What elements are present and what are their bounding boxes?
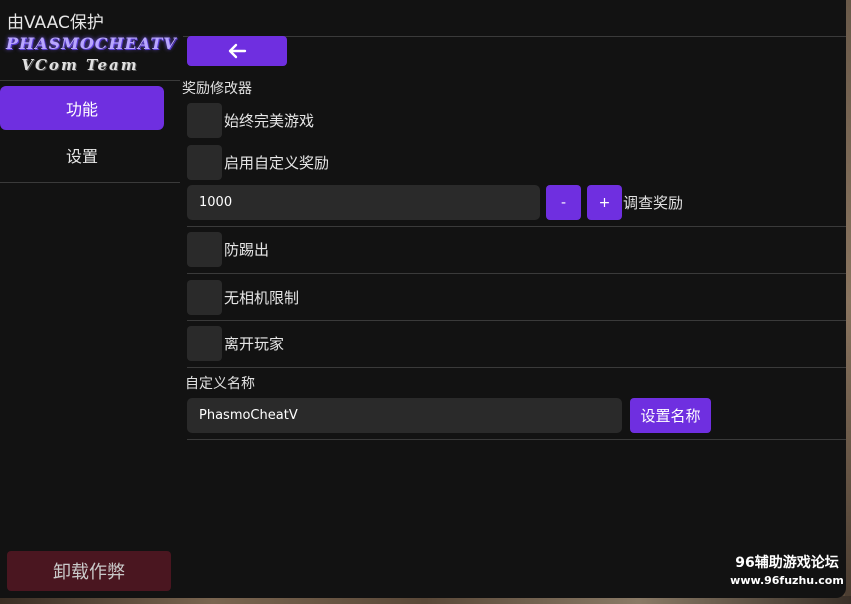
- arrow-left-icon: [228, 43, 247, 59]
- decrement-button[interactable]: -: [546, 185, 581, 220]
- custom-name-section-label: 自定义名称: [185, 376, 255, 392]
- always-perfect-game-checkbox[interactable]: [187, 102, 222, 138]
- always-perfect-game-label: 始终完美游戏: [224, 111, 315, 130]
- logo: PHASMOCHEATV VCom Team: [6, 34, 177, 80]
- adjust-reward-label: 调查奖励: [623, 194, 684, 212]
- sidebar-item-label: 功能: [65, 100, 98, 119]
- row-divider: [187, 226, 846, 227]
- protection-label: 由VAAC保护: [7, 13, 104, 33]
- no-camera-limit-row: 无相机限制: [187, 279, 299, 315]
- custom-reward-row: 启用自定义奖励: [187, 144, 329, 180]
- anti-kick-row: 防踢出: [187, 231, 269, 267]
- sidebar-divider-bottom: [0, 182, 180, 183]
- logo-title: PHASMOCHEATV: [6, 34, 177, 53]
- row-divider: [187, 320, 846, 321]
- sidebar-item-settings[interactable]: 设置: [0, 133, 164, 177]
- always-perfect-game-row: 始终完美游戏: [187, 102, 314, 138]
- unload-cheat-button[interactable]: 卸载作弊: [7, 551, 171, 591]
- leave-player-label: 离开玩家: [224, 334, 285, 353]
- increment-button[interactable]: +: [587, 185, 622, 220]
- back-button[interactable]: [187, 36, 287, 66]
- no-camera-limit-label: 无相机限制: [224, 288, 300, 307]
- cheat-menu-window: 由VAAC保护 PHASMOCHEATV VCom Team 功能 设置 卸载作…: [0, 0, 846, 598]
- leave-player-row: 离开玩家: [187, 325, 284, 361]
- forum-watermark: 96辅助游戏论坛 www.96fuzhu.com: [729, 552, 845, 587]
- leave-player-checkbox[interactable]: [187, 325, 222, 361]
- sidebar-item-label: 设置: [65, 147, 98, 166]
- anti-kick-checkbox[interactable]: [187, 231, 222, 267]
- custom-reward-label: 启用自定义奖励: [224, 153, 330, 172]
- set-name-button[interactable]: 设置名称: [630, 398, 711, 433]
- sidebar-divider-top: [0, 80, 180, 81]
- reward-modifier-section-label: 奖励修改器: [182, 81, 252, 97]
- watermark-url: www.96fuzhu.com: [730, 574, 844, 587]
- custom-reward-checkbox[interactable]: [187, 144, 222, 180]
- reward-value-input[interactable]: 1000: [187, 185, 540, 220]
- row-divider: [187, 439, 846, 440]
- logo-subtitle: VCom Team: [21, 56, 139, 74]
- watermark-title: 96辅助游戏论坛: [735, 555, 839, 571]
- row-divider: [187, 273, 846, 274]
- row-divider: [187, 367, 846, 368]
- no-camera-limit-checkbox[interactable]: [187, 279, 222, 315]
- custom-name-input[interactable]: PhasmoCheatV: [187, 398, 622, 433]
- sidebar-item-functions[interactable]: 功能: [0, 86, 164, 130]
- anti-kick-label: 防踢出: [224, 240, 270, 259]
